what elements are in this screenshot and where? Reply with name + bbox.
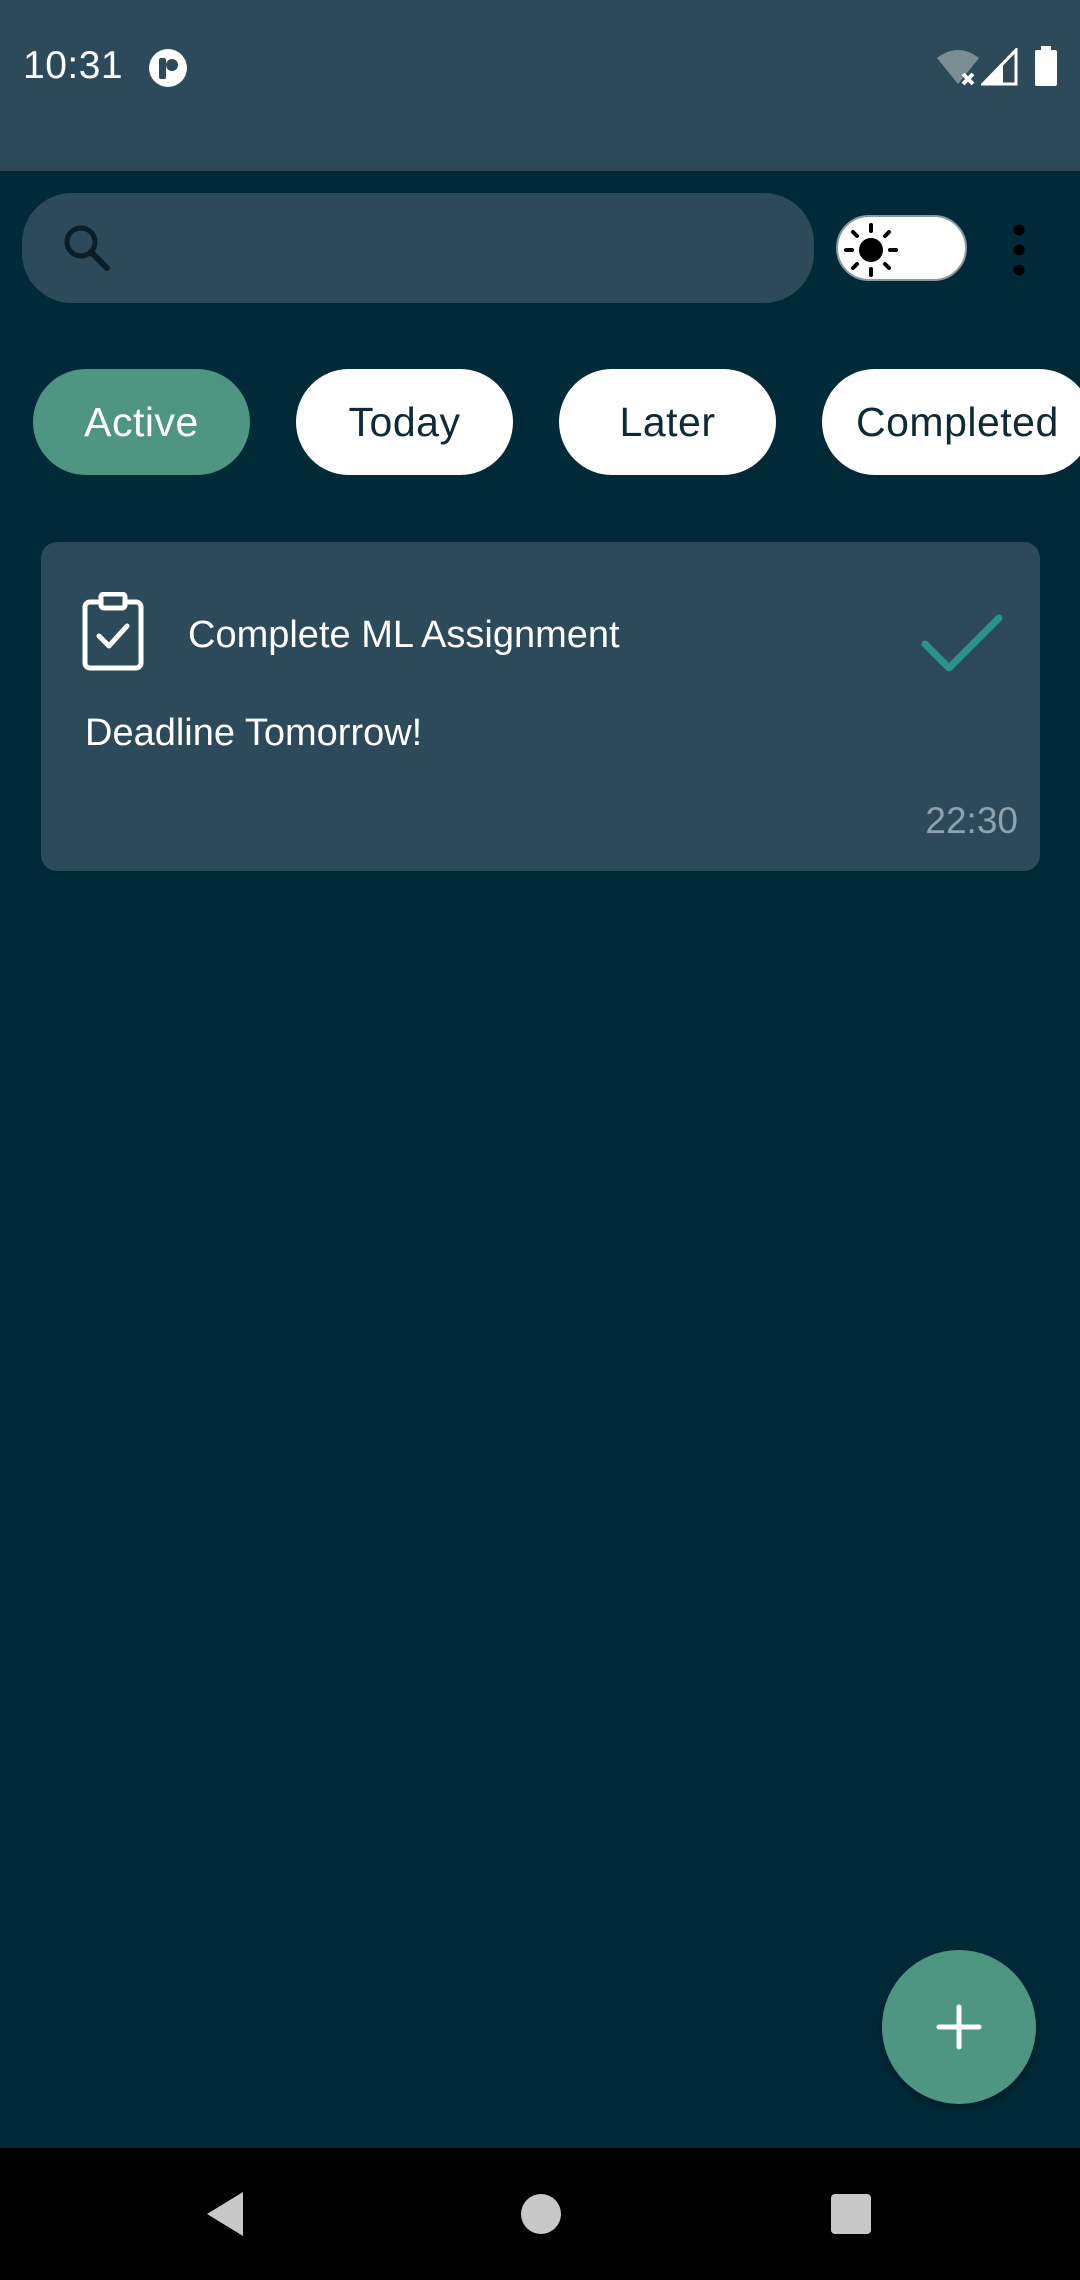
chip-today[interactable]: Today (296, 369, 513, 475)
status-bar: 10:31 (0, 0, 1080, 171)
home-icon[interactable] (519, 2192, 563, 2236)
search-bar[interactable] (22, 193, 814, 303)
more-vert-icon[interactable] (1000, 217, 1038, 283)
navigation-bar (0, 2148, 1080, 2280)
app-notification-icon (149, 49, 187, 87)
filter-chips: Active Today Later Completed (0, 369, 1080, 475)
recents-icon[interactable] (829, 2192, 873, 2236)
chip-completed[interactable]: Completed (822, 369, 1080, 475)
search-input[interactable] (132, 213, 796, 285)
sun-icon (844, 223, 898, 277)
plus-icon (936, 2004, 982, 2050)
back-icon[interactable] (203, 2190, 247, 2238)
check-icon[interactable] (921, 612, 1003, 674)
search-icon (64, 225, 110, 271)
clipboard-check-icon (82, 592, 144, 671)
battery-icon (1035, 46, 1057, 86)
signal-icon (981, 48, 1018, 86)
wifi-off-icon (937, 50, 979, 86)
screen: 10:31 Active Today Later Completed Compl… (0, 0, 1080, 2280)
status-time: 10:31 (23, 44, 124, 87)
chip-later[interactable]: Later (559, 369, 776, 475)
add-task-button[interactable] (882, 1950, 1036, 2104)
theme-toggle[interactable] (836, 215, 967, 281)
chip-active[interactable]: Active (33, 369, 250, 475)
task-time: 22:30 (925, 800, 1018, 841)
task-card[interactable]: Complete ML Assignment Deadline Tomorrow… (41, 542, 1040, 871)
task-title: Complete ML Assignment (188, 614, 620, 656)
task-description: Deadline Tomorrow! (85, 712, 423, 754)
